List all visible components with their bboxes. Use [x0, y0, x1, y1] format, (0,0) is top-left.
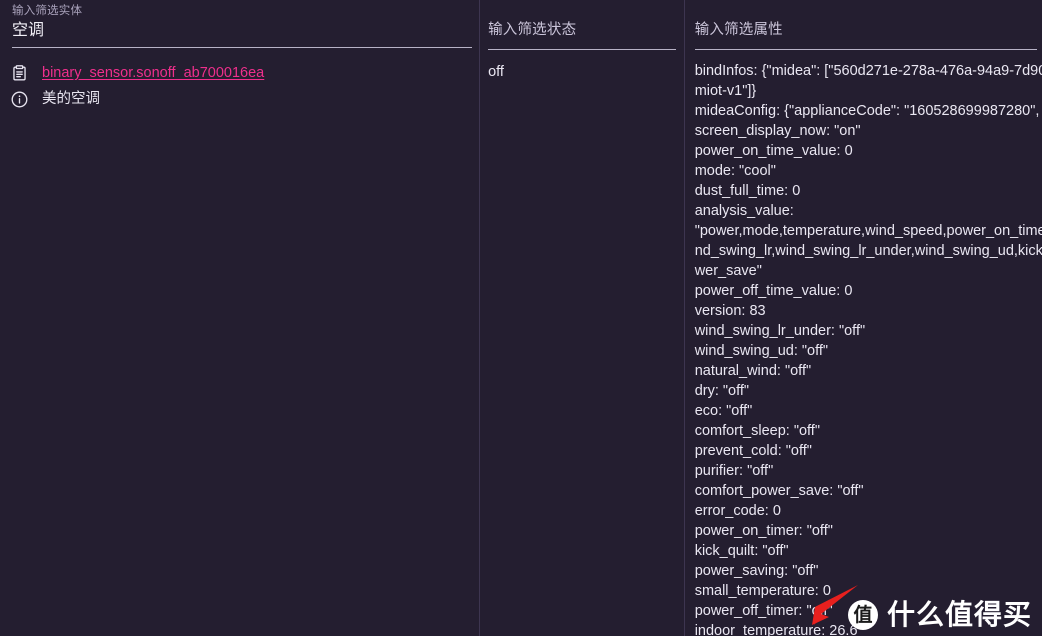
state-filter-column: 输入筛选状态 off — [480, 0, 684, 636]
attribute-line: comfort_power_save: "off" — [694, 483, 864, 499]
attribute-line: miot-v1"]} — [694, 83, 757, 99]
attribute-line: power_saving: "off" — [694, 563, 819, 579]
attribute-line: comfort_sleep: "off" — [694, 423, 820, 439]
attribute-line: mideaConfig: {"applianceCode": "16052869… — [694, 103, 1042, 119]
attribute-line: kick_quilt: "off" — [694, 543, 789, 559]
attribute-line: wind_swing_ud: "off" — [694, 343, 829, 359]
attribute-line: "power,mode,temperature,wind_speed,power… — [694, 223, 1042, 239]
attribute-line: version: 83 — [694, 303, 766, 319]
entity-friendly-name: 美的空调 — [42, 91, 100, 107]
attribute-line: wer_save" — [694, 263, 762, 279]
attribute-line: nd_swing_lr,wind_swing_lr_under,wind_swi… — [694, 243, 1042, 259]
attribute-line: error_code: 0 — [694, 503, 781, 519]
entity-result-list: binary_sensor.sonoff_ab700016ea 美的空调 — [0, 48, 479, 112]
state-value: off — [488, 64, 504, 80]
list-item[interactable]: binary_sensor.sonoff_ab700016ea — [0, 60, 479, 86]
attribute-filter-field[interactable]: 输入筛选属性 — [685, 0, 1042, 50]
template-editor-screen: 输入筛选实体 空调 binary_sensor.sonoff_ab700016e… — [0, 0, 1042, 636]
attribute-line: power_off_timer: "off" — [694, 603, 833, 619]
attribute-filter-underline — [694, 49, 1037, 50]
entity-filter-underline — [12, 47, 472, 48]
attribute-line: natural_wind: "off" — [694, 363, 812, 379]
entity-filter-column: 输入筛选实体 空调 binary_sensor.sonoff_ab700016e… — [0, 0, 479, 636]
attribute-filter-label: 输入筛选属性 — [694, 22, 783, 38]
state-filter-underline — [488, 49, 677, 50]
attribute-line: analysis_value: — [694, 203, 794, 219]
entity-filter-label: 输入筛选实体 — [12, 5, 83, 17]
state-filter-field[interactable]: 输入筛选状态 — [480, 0, 684, 50]
attribute-filter-column: 输入筛选属性 bindInfos: {"midea": ["560d271e-2… — [685, 0, 1042, 636]
entity-filter-value[interactable]: 空调 — [12, 19, 471, 42]
attribute-list: bindInfos: {"midea": ["560d271e-278a-476… — [685, 50, 1042, 636]
attribute-line: power_on_timer: "off" — [694, 523, 833, 539]
entity-filter-field[interactable]: 输入筛选实体 空调 — [0, 0, 479, 48]
attribute-line: mode: "cool" — [694, 163, 776, 179]
attribute-line: screen_display_now: "on" — [694, 123, 861, 139]
attribute-line: eco: "off" — [694, 403, 753, 419]
attribute-line: purifier: "off" — [694, 463, 774, 479]
attribute-line: small_temperature: 0 — [694, 583, 831, 599]
state-filter-label: 输入筛选状态 — [488, 22, 577, 38]
attribute-line: bindInfos: {"midea": ["560d271e-278a-476… — [694, 63, 1042, 79]
attribute-line: prevent_cold: "off" — [694, 443, 812, 459]
attribute-line: dust_full_time: 0 — [694, 183, 801, 199]
attribute-line: power_on_time_value: 0 — [694, 143, 853, 159]
attribute-line: dry: "off" — [694, 383, 750, 399]
state-result-list: off — [480, 50, 684, 82]
entity-id-link[interactable]: binary_sensor.sonoff_ab700016ea — [42, 63, 264, 83]
info-circle-icon[interactable] — [8, 88, 30, 110]
attribute-line: indoor_temperature: 26.6 — [694, 623, 858, 636]
attribute-line: power_off_time_value: 0 — [694, 283, 853, 299]
clipboard-icon[interactable] — [8, 62, 30, 84]
list-item[interactable]: 美的空调 — [0, 86, 479, 112]
attribute-line: wind_swing_lr_under: "off" — [694, 323, 866, 339]
